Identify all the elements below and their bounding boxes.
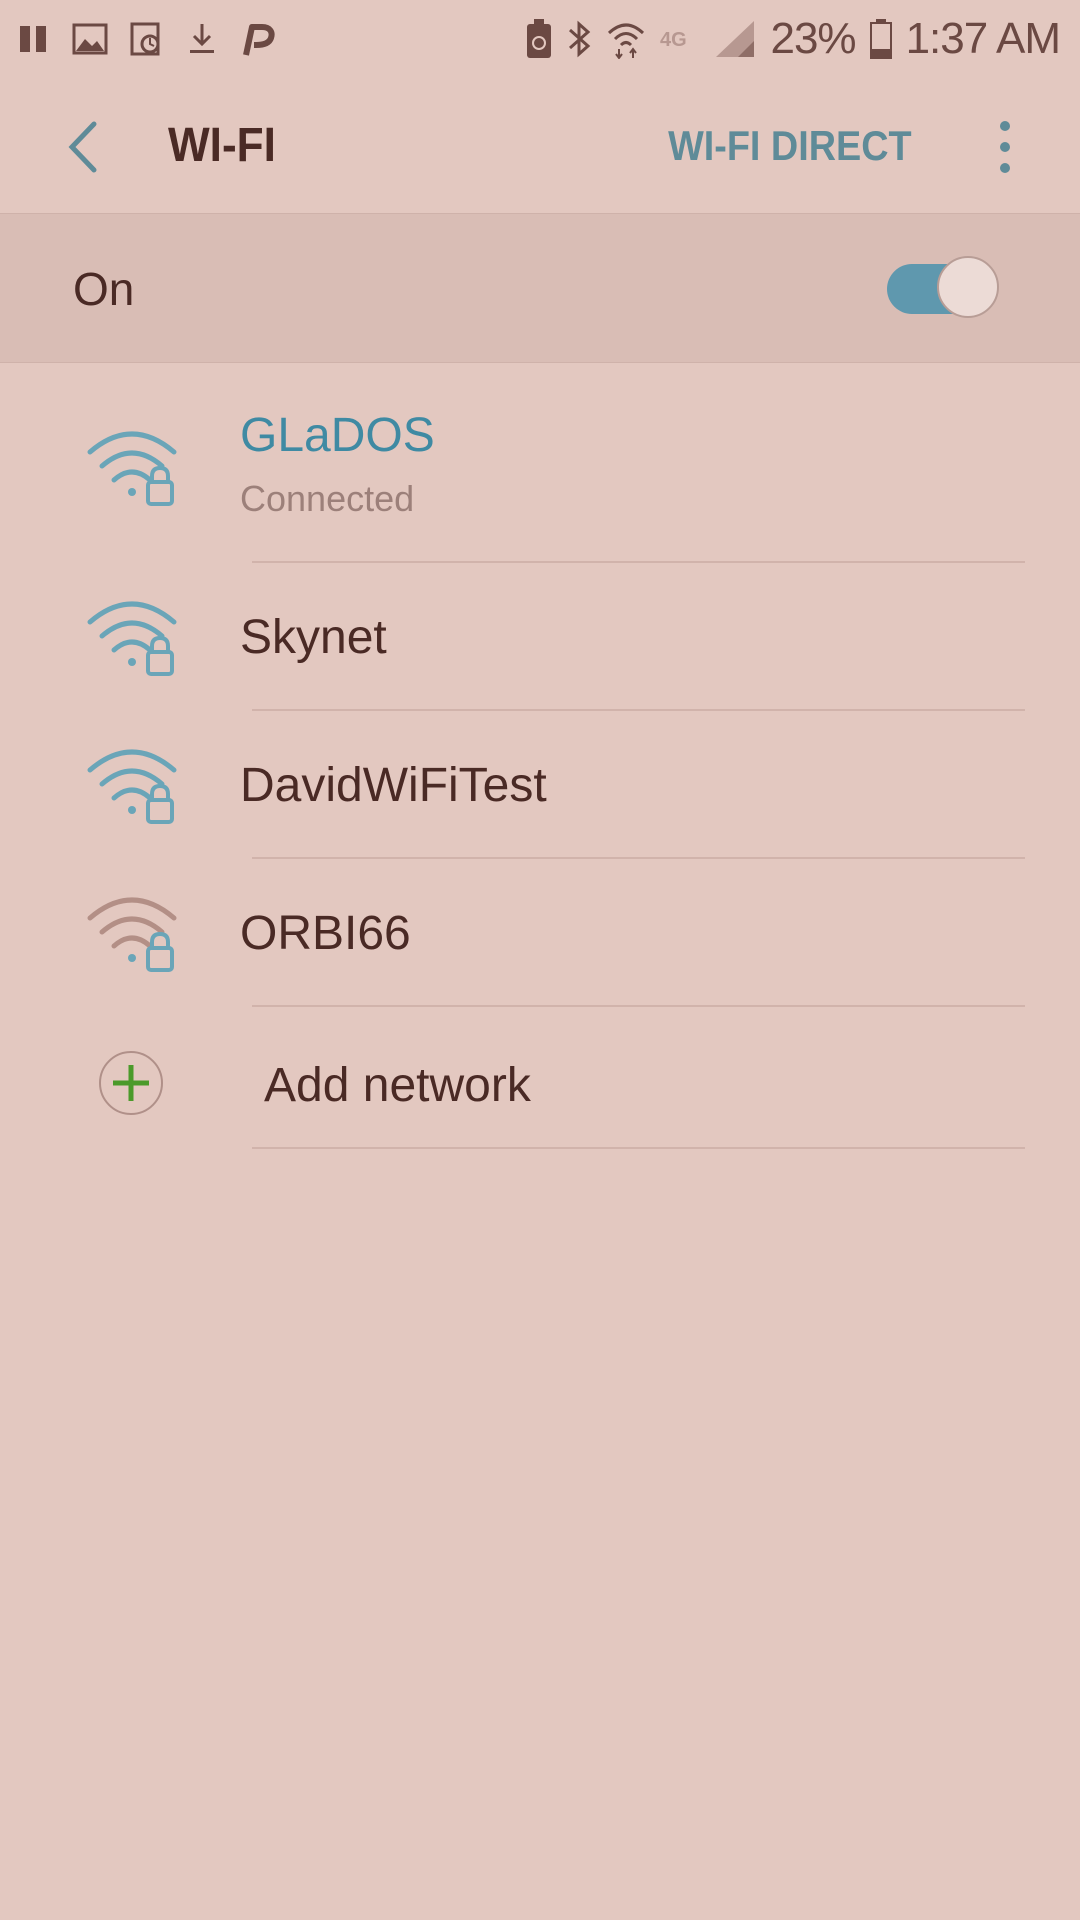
back-button[interactable] [58, 116, 114, 178]
toggle-thumb [937, 256, 999, 318]
network-status: Connected [240, 478, 415, 519]
bluetooth-icon [566, 19, 592, 59]
network-name: Skynet [240, 611, 387, 664]
pause-icon [18, 23, 50, 55]
wifi-lock-icon [86, 590, 182, 680]
battery-saver-icon [526, 19, 552, 59]
divider [252, 1147, 1025, 1149]
parking-icon [240, 21, 276, 57]
more-options-button[interactable] [990, 118, 1020, 176]
clock: 1:37 AM [905, 14, 1061, 63]
cell-signal-icon [714, 19, 756, 59]
gallery-icon [72, 23, 108, 55]
page-title: WI-FI [168, 119, 276, 172]
battery-icon [869, 19, 892, 59]
wifi-toggle-row[interactable]: On [0, 213, 1080, 363]
status-right-icons: 4G 23% 1:37 AM [526, 10, 1061, 68]
add-network-label: Add network [264, 1059, 531, 1112]
app-bar: WI-FI WI-FI DIRECT [0, 78, 1080, 212]
wifi-toggle-switch[interactable] [887, 256, 999, 320]
svg-text:4G: 4G [660, 29, 687, 51]
wifi-direct-button[interactable]: WI-FI DIRECT [668, 122, 912, 170]
network-item[interactable]: DavidWiFiTest [0, 710, 1080, 859]
network-item[interactable]: ORBI66 [0, 858, 1080, 1007]
network-list: GLaDOS Connected Skynet DavidWiFiTest OR… [0, 362, 1080, 1149]
vertical-dots-icon [1000, 121, 1010, 173]
network-name: DavidWiFiTest [240, 759, 547, 812]
network-item[interactable]: GLaDOS Connected [0, 362, 1080, 563]
sync-icon [130, 22, 164, 56]
4g-icon: 4G [660, 24, 700, 54]
add-network-item[interactable]: Add network [0, 1006, 1080, 1149]
add-circle-icon [98, 1050, 164, 1116]
wifi-lock-icon [86, 886, 182, 976]
wifi-lock-icon [86, 420, 182, 510]
download-icon [186, 22, 218, 56]
toggle-label: On [73, 263, 135, 315]
status-left-icons [18, 14, 276, 64]
wifi-signal-icon [606, 19, 646, 59]
battery-percent: 23% [770, 14, 856, 63]
chevron-left-icon [68, 121, 97, 173]
network-item[interactable]: Skynet [0, 562, 1080, 711]
network-name: ORBI66 [240, 907, 411, 960]
network-name: GLaDOS [240, 409, 435, 462]
status-bar: 4G 23% 1:37 AM [0, 0, 1080, 78]
wifi-lock-icon [86, 738, 182, 828]
